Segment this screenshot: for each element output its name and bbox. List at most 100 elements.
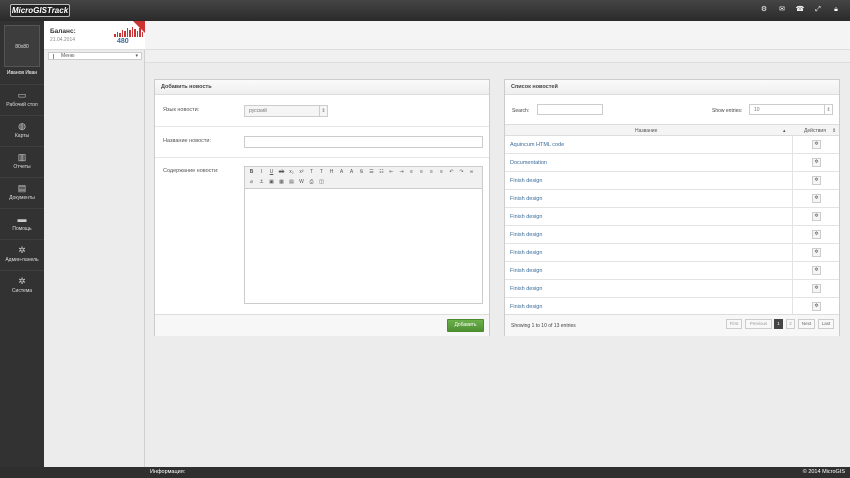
page-1[interactable]: 1	[774, 319, 783, 329]
nav-system[interactable]: ✲ Система	[0, 270, 44, 301]
bottom-bar-left	[0, 467, 145, 478]
news-link[interactable]: Finish design	[510, 286, 542, 292]
user-name[interactable]: Иванов Иван	[0, 70, 44, 76]
gear-icon[interactable]: ✲	[812, 212, 821, 221]
nav-documents[interactable]: ▤ Документы	[0, 177, 44, 208]
menu-select[interactable]: Меню ▾	[48, 52, 142, 60]
outdent-icon[interactable]: ⇤	[387, 168, 396, 177]
balance-date: 21.04.2014	[50, 37, 76, 43]
link-icon[interactable]: ∞	[467, 168, 476, 177]
news-link[interactable]: Finish design	[510, 178, 542, 184]
bold-icon[interactable]: B	[247, 168, 256, 177]
balance-label: Баланс:	[50, 28, 76, 35]
gear-icon[interactable]: ✲	[812, 284, 821, 293]
news-name-input[interactable]	[244, 136, 483, 148]
page-previous[interactable]: Previous	[745, 319, 772, 329]
fullscreen-icon[interactable]: ⤢	[812, 4, 824, 16]
top-icons: ⚙ ✉ ☎ ⤢ 🔒︎	[758, 4, 842, 16]
subscript-icon[interactable]: x₂	[287, 168, 296, 177]
rich-text-editor[interactable]: B I U ab x₂ x² T T H A A Ꞩ ☰ ☷ ⇤ ⇥ ≡ ≡ ≡…	[244, 166, 483, 304]
nav-admin[interactable]: ✲ Админ-панель	[0, 239, 44, 270]
nav-desktop[interactable]: ▭ Рабочий стол	[0, 84, 44, 115]
source-icon[interactable]: ◫	[317, 178, 326, 187]
redo-icon[interactable]: ↷	[457, 168, 466, 177]
sort-up-icon[interactable]: ▴	[783, 128, 786, 134]
message-icon[interactable]: ✉	[776, 4, 788, 16]
align-right-icon[interactable]: ≡	[427, 168, 436, 177]
col-name-header[interactable]: Название	[635, 128, 657, 134]
gear-icon[interactable]: ✲	[812, 248, 821, 257]
paste-icon[interactable]: ▤	[287, 178, 296, 187]
highlight-icon[interactable]: A	[347, 168, 356, 177]
gear-icon[interactable]: ✲	[812, 302, 821, 311]
align-left-icon[interactable]: ≡	[407, 168, 416, 177]
unlink-icon[interactable]: ⌀	[247, 178, 256, 187]
indent-icon[interactable]: ⇥	[397, 168, 406, 177]
italic-icon[interactable]: I	[257, 168, 266, 177]
search-input[interactable]	[537, 104, 603, 115]
lang-select[interactable]: русский ⇕	[244, 105, 328, 117]
phone-icon[interactable]: ☎	[794, 4, 806, 16]
gear-icon[interactable]: ✲	[812, 158, 821, 167]
close-corner[interactable]	[133, 21, 145, 33]
news-link[interactable]: Finish design	[510, 250, 542, 256]
heading-icon[interactable]: H	[327, 168, 336, 177]
font-size-icon[interactable]: T	[317, 168, 326, 177]
page-2[interactable]: 2	[786, 319, 795, 329]
page-next[interactable]: Next	[798, 319, 815, 329]
news-link[interactable]: Finish design	[510, 232, 542, 238]
gear-icon[interactable]: ✲	[812, 266, 821, 275]
gear-icon[interactable]: ✲	[812, 194, 821, 203]
nav-reports[interactable]: ▥ Отчеты	[0, 146, 44, 177]
app-logo[interactable]: MicroGISTrack	[10, 4, 70, 17]
news-link[interactable]: Finish design	[510, 214, 542, 220]
clear-format-icon[interactable]: Ꞩ	[357, 168, 366, 177]
anchor-icon[interactable]: ⚓︎	[257, 178, 266, 187]
gear-icon[interactable]: ✲	[812, 140, 821, 149]
unordered-list-icon[interactable]: ☰	[367, 168, 376, 177]
font-family-icon[interactable]: T	[307, 168, 316, 177]
show-entries-select[interactable]: 10 ⇕	[749, 104, 833, 115]
underline-icon[interactable]: U	[267, 168, 276, 177]
sort-icon[interactable]: ⇕	[832, 128, 836, 134]
image-icon[interactable]: ▣	[267, 178, 276, 187]
news-link[interactable]: Finish design	[510, 196, 542, 202]
text-color-icon[interactable]: A	[337, 168, 346, 177]
avatar[interactable]: 80x80	[4, 25, 40, 67]
news-link[interactable]: Documentation	[510, 160, 547, 166]
align-center-icon[interactable]: ≡	[417, 168, 426, 177]
nav-maps[interactable]: ◍ Карты	[0, 115, 44, 146]
chart-icon: ▥	[17, 152, 27, 162]
news-link[interactable]: Finish design	[510, 304, 542, 310]
add-button[interactable]: Добавить	[447, 319, 484, 332]
superscript-icon[interactable]: x²	[297, 168, 306, 177]
add-news-footer: Добавить	[155, 314, 489, 336]
chevron-updown-icon: ⇕	[319, 106, 327, 116]
strike-icon[interactable]: ab	[277, 168, 286, 177]
settings-icon[interactable]: ⚙	[758, 4, 770, 16]
gear-icon[interactable]: ✲	[812, 230, 821, 239]
chevron-updown-icon: ⇕	[824, 105, 832, 115]
nav-label: Система	[11, 288, 33, 294]
balance-box: Баланс: 21.04.2014 480	[44, 21, 145, 50]
name-label: Название новости:	[163, 138, 211, 144]
print-icon[interactable]: ⎙	[307, 178, 316, 187]
gear-icon: ✲	[18, 276, 26, 286]
paste-word-icon[interactable]: W	[297, 178, 306, 187]
gear-icon[interactable]: ✲	[812, 176, 821, 185]
chat-icon: ▬	[17, 214, 27, 224]
menu-select-value: Меню	[61, 53, 75, 59]
sidebar: 80x80 Иванов Иван ▭ Рабочий стол ◍ Карты ▥…	[0, 21, 44, 478]
lock-icon[interactable]: 🔒︎	[830, 4, 842, 16]
gear-icon: ✲	[18, 245, 26, 255]
breadcrumb-strip	[145, 50, 850, 63]
justify-icon[interactable]: ≡	[437, 168, 446, 177]
nav-help[interactable]: ▬ Помощь	[0, 208, 44, 239]
table-icon[interactable]: ▦	[277, 178, 286, 187]
undo-icon[interactable]: ↶	[447, 168, 456, 177]
ordered-list-icon[interactable]: ☷	[377, 168, 386, 177]
page-first[interactable]: First	[726, 319, 742, 329]
news-link[interactable]: Finish design	[510, 268, 542, 274]
page-last[interactable]: Last	[818, 319, 834, 329]
news-link[interactable]: Aquincum HTML code	[510, 142, 564, 148]
